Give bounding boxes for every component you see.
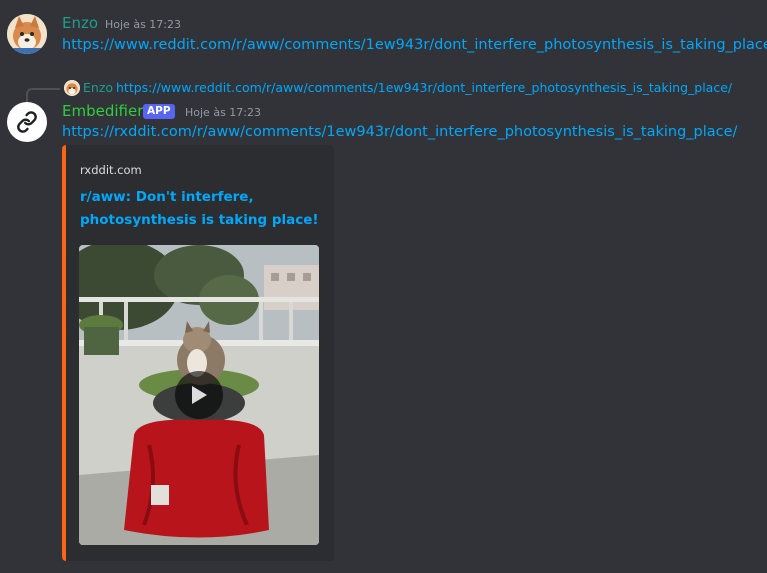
message-author[interactable]: Enzo	[62, 14, 98, 32]
message-timestamp: Hoje às 17:23	[185, 106, 261, 119]
message-author[interactable]: Embedifier	[62, 102, 143, 120]
embed-video[interactable]	[79, 245, 319, 545]
message-timestamp: Hoje às 17:23	[105, 18, 181, 31]
reply-link[interactable]: https://www.reddit.com/r/aww/comments/1e…	[116, 80, 732, 95]
message-link[interactable]: https://rxddit.com/r/aww/comments/1ew943…	[62, 124, 737, 140]
play-button[interactable]	[175, 371, 223, 419]
embed-title[interactable]: r/aww: Don't interfere, photosynthesis i…	[80, 186, 320, 232]
link-icon	[17, 111, 37, 133]
enzo-avatar[interactable]	[7, 14, 47, 54]
embed-provider[interactable]: rxddit.com	[80, 163, 142, 177]
reply-connector	[26, 88, 60, 102]
reply-avatar[interactable]	[64, 80, 80, 96]
play-icon	[192, 386, 207, 404]
message-link[interactable]: https://www.reddit.com/r/aww/comments/1e…	[62, 37, 767, 53]
reply-author[interactable]: Enzo	[83, 80, 113, 95]
app-badge: APP	[143, 104, 175, 119]
link-embed: rxddit.com r/aww: Don't interfere, photo…	[62, 145, 334, 561]
embedifier-avatar[interactable]	[7, 102, 47, 142]
